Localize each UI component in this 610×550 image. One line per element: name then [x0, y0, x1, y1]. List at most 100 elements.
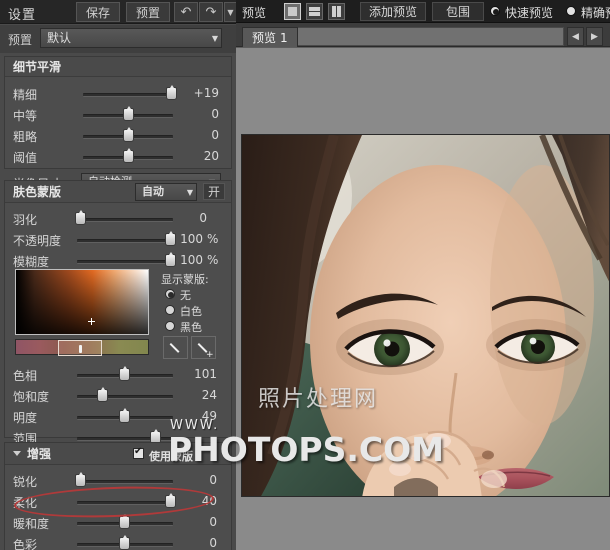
hue-selection-box[interactable]	[58, 340, 102, 356]
skin-mask-header[interactable]: 肤色蒙版 自动 ▼ 开	[5, 181, 231, 203]
slider-row: 羽化 0	[5, 208, 231, 229]
toolbar-menu-icon[interactable]: ▼	[224, 2, 236, 22]
chevron-down-icon[interactable]: ▼	[183, 183, 197, 201]
settings-panel-title: 设置	[8, 8, 37, 23]
slider-track[interactable]	[77, 480, 173, 484]
slider-row: 粗略 0	[5, 125, 231, 146]
show-mask-label: 显示蒙版:	[161, 273, 209, 286]
radio-label: 精确预览	[581, 6, 610, 20]
tab-prev-icon[interactable]: ◀	[567, 27, 584, 46]
color-picker-crosshair	[88, 318, 95, 325]
slider-handle[interactable]	[166, 85, 177, 100]
slider-unit: %	[207, 232, 219, 246]
slider-row: 精细 +19	[5, 83, 231, 104]
eyedropper-add-icon[interactable]	[163, 336, 188, 359]
add-preview-button[interactable]: 添加预览	[360, 2, 426, 21]
slider-row: 色彩 0	[5, 533, 231, 550]
slider-row: 柔化 40	[5, 491, 231, 512]
slider-handle[interactable]	[123, 148, 134, 163]
slider-label: 阈值	[13, 151, 38, 165]
redo-icon[interactable]: ↷	[199, 2, 223, 22]
color-gradient-picker[interactable]	[15, 269, 149, 335]
preview-canvas[interactable]: 照片处理网	[236, 47, 610, 550]
slider-track[interactable]	[77, 395, 173, 399]
slider-unit: %	[207, 253, 219, 267]
radio-dot[interactable]	[490, 6, 500, 16]
slider-label: 饱和度	[13, 390, 50, 404]
slider-label: 中等	[13, 109, 38, 123]
tab-preview-1[interactable]: 预览 1	[242, 27, 298, 47]
view-mode-glyph	[309, 12, 320, 16]
view-mode-glyph	[309, 7, 320, 11]
slider-track[interactable]	[77, 239, 173, 243]
preset-button[interactable]: 预置	[126, 2, 170, 22]
slider-value: 100	[180, 232, 203, 246]
single-view-icon[interactable]	[284, 3, 301, 20]
split-horizontal-icon[interactable]	[306, 3, 323, 20]
slider-label: 粗略	[13, 130, 38, 144]
tab-next-icon[interactable]: ▶	[586, 27, 603, 46]
preset-row: 预置 默认 ▼	[0, 25, 236, 53]
settings-toolbar: 设置 保存 预置 ↶ ↷ ▼	[0, 0, 236, 24]
slider-track[interactable]	[77, 218, 173, 222]
radio-dot[interactable]	[165, 305, 175, 315]
preset-dropdown[interactable]: 默认	[40, 28, 222, 48]
slider-value: 101	[194, 367, 217, 381]
use-mask-checkbox[interactable]	[133, 446, 144, 459]
radio-label: 白色	[180, 305, 202, 318]
slider-handle[interactable]	[75, 472, 86, 487]
radio-dot[interactable]	[566, 6, 576, 16]
tab-strip	[286, 27, 564, 46]
slider-row: 暖和度 0	[5, 512, 231, 533]
hue-range-strip[interactable]	[15, 339, 149, 356]
slider-value: 40	[201, 494, 217, 508]
skin-mask-section: 肤色蒙版 自动 ▼ 开 羽化 0 不透明度 100 % 模糊度 100 % 显示…	[4, 180, 233, 446]
slider-handle[interactable]	[119, 366, 130, 381]
slider-label: 羽化	[13, 213, 38, 227]
detail-smoothing-section: 细节平滑 精细 +19 中等 0 粗略 0 阈值 20	[4, 56, 232, 191]
slider-row: 饱和度 24	[5, 385, 233, 406]
chevron-down-icon[interactable]	[13, 451, 21, 456]
preset-row-label: 预置	[8, 33, 33, 47]
slider-handle[interactable]	[119, 514, 130, 529]
slider-row: 不透明度 100 %	[5, 229, 231, 250]
slider-handle[interactable]	[123, 106, 134, 121]
slider-track[interactable]	[77, 501, 173, 505]
save-button[interactable]: 保存	[76, 2, 120, 22]
radio-label: 快速预览	[505, 6, 554, 20]
slider-handle[interactable]	[165, 493, 176, 508]
view-mode-glyph	[288, 7, 297, 16]
slider-label: 不透明度	[13, 234, 62, 248]
radio-dot[interactable]	[165, 289, 175, 299]
slider-handle[interactable]	[97, 387, 108, 402]
slider-handle[interactable]	[119, 535, 130, 550]
slider-label: 精细	[13, 88, 38, 102]
radio-dot[interactable]	[165, 321, 175, 331]
hue-selection-marker	[79, 345, 82, 353]
slider-label: 锐化	[13, 475, 38, 489]
slider-track[interactable]	[83, 93, 173, 97]
detail-smoothing-header[interactable]: 细节平滑	[5, 57, 231, 77]
preview-toolbar: 预览 添加预览 包围 快速预览 精确预览	[236, 0, 610, 23]
slider-value: 0	[209, 536, 217, 550]
tab-label: 预览	[252, 31, 277, 45]
slider-handle[interactable]	[119, 408, 130, 423]
radio-label: 黑色	[180, 321, 202, 334]
slider-handle[interactable]	[123, 127, 134, 142]
undo-icon[interactable]: ↶	[174, 2, 198, 22]
slider-handle[interactable]	[75, 210, 86, 225]
slider-label: 暖和度	[13, 517, 50, 531]
view-mode-glyph	[332, 6, 336, 17]
bracket-button[interactable]: 包围	[432, 2, 484, 21]
slider-row: 中等 0	[5, 104, 231, 125]
slider-track[interactable]	[77, 260, 173, 264]
split-vertical-icon[interactable]	[328, 3, 345, 20]
slider-label: 色彩	[13, 538, 38, 550]
eyedropper-subtract-icon[interactable]: +	[191, 336, 216, 360]
enhance-title: 增强	[27, 447, 52, 461]
slider-row: 阈值 20	[5, 146, 231, 167]
slider-value: 0	[211, 107, 219, 121]
mask-toggle-button[interactable]: 开	[203, 183, 225, 200]
slider-value: 20	[203, 149, 219, 163]
chevron-down-icon[interactable]: ▼	[208, 28, 222, 48]
